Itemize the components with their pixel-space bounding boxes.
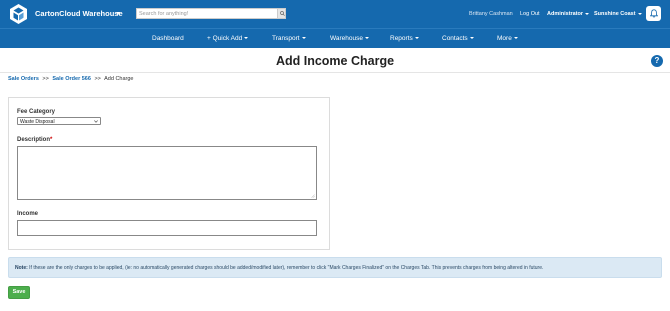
nav-contacts[interactable]: Contacts — [442, 35, 474, 42]
user-name[interactable]: Brittany Cashman — [469, 11, 513, 17]
fee-category-label: Fee Category — [17, 109, 56, 115]
nav-warehouse[interactable]: Warehouse — [330, 35, 369, 42]
global-search[interactable] — [136, 8, 286, 19]
top-bar: CartonCloud Warehouse Brittany Cashman L… — [0, 0, 670, 28]
note-body: If these are the only charges to be appl… — [27, 265, 544, 271]
description-field[interactable] — [17, 146, 317, 200]
page-title: Add Income Charge — [275, 54, 395, 68]
fee-category-select[interactable]: Waste Disposal — [17, 117, 101, 125]
search-input[interactable] — [139, 9, 277, 18]
note-text: Note: If these are the only charges to b… — [15, 265, 543, 271]
description-label: Description* — [17, 137, 52, 143]
role-label: Administrator — [547, 11, 584, 17]
app-title[interactable]: CartonCloud Warehouse — [35, 9, 123, 18]
breadcrumb-sale-order[interactable]: Sale Order 566 — [52, 76, 91, 82]
location-dropdown[interactable]: Sunshine Coast — [594, 11, 642, 17]
nav-label: Warehouse — [330, 35, 363, 42]
chevron-down-icon — [414, 37, 419, 40]
role-dropdown[interactable]: Administrator — [547, 11, 590, 17]
nav-label: Transport — [272, 35, 300, 42]
nav-label: + Quick Add — [207, 35, 243, 42]
charge-form: Fee Category Waste Disposal Description*… — [8, 97, 330, 250]
nav-transport[interactable]: Transport — [272, 35, 306, 42]
nav-reports[interactable]: Reports — [390, 35, 419, 42]
note-prefix: Note: — [15, 265, 28, 271]
nav-label: Reports — [390, 35, 413, 42]
breadcrumb-separator: >> — [42, 76, 49, 82]
chevron-down-icon — [365, 37, 369, 40]
resize-grip-icon[interactable] — [311, 194, 315, 198]
nav-label: Dashboard — [152, 35, 184, 42]
app-switcher-caret-icon[interactable] — [116, 12, 120, 15]
save-button[interactable]: Save — [8, 286, 30, 299]
income-field[interactable] — [17, 220, 317, 236]
logout-link[interactable]: Log Out — [520, 11, 540, 17]
chevron-down-icon — [637, 12, 642, 15]
chevron-down-icon — [513, 37, 518, 40]
chevron-down-icon — [585, 12, 590, 15]
breadcrumb-current: Add Charge — [104, 76, 134, 82]
cartoncloud-logo-icon[interactable] — [10, 4, 27, 24]
nav-dashboard[interactable]: Dashboard — [152, 35, 184, 42]
search-button[interactable] — [277, 9, 285, 18]
bell-icon — [649, 9, 658, 18]
divider — [0, 72, 670, 73]
help-icon: ? — [654, 56, 660, 65]
fee-category-value: Waste Disposal — [20, 118, 55, 125]
main-nav: Dashboard + Quick Add Transport Warehous… — [0, 28, 670, 48]
chevron-down-icon — [94, 120, 98, 123]
search-icon — [279, 11, 285, 16]
chevron-down-icon — [469, 37, 474, 40]
nav-label: More — [497, 35, 512, 42]
description-label-text: Description — [17, 137, 51, 143]
notifications-button[interactable] — [646, 6, 661, 21]
breadcrumb-sale-orders[interactable]: Sale Orders — [8, 76, 39, 82]
breadcrumb: Sale Orders >> Sale Order 566 >> Add Cha… — [8, 76, 133, 82]
info-note: Note: If these are the only charges to b… — [8, 257, 662, 278]
income-label: Income — [17, 211, 39, 217]
nav-more[interactable]: More — [497, 35, 518, 42]
nav-label: Contacts — [442, 35, 468, 42]
nav-quick-add[interactable]: + Quick Add — [207, 35, 249, 42]
required-mark: * — [50, 137, 53, 143]
help-button[interactable]: ? — [651, 55, 663, 67]
location-label: Sunshine Coast — [594, 11, 636, 17]
breadcrumb-separator: >> — [94, 76, 101, 82]
chevron-down-icon — [244, 37, 249, 40]
chevron-down-icon — [301, 37, 306, 40]
